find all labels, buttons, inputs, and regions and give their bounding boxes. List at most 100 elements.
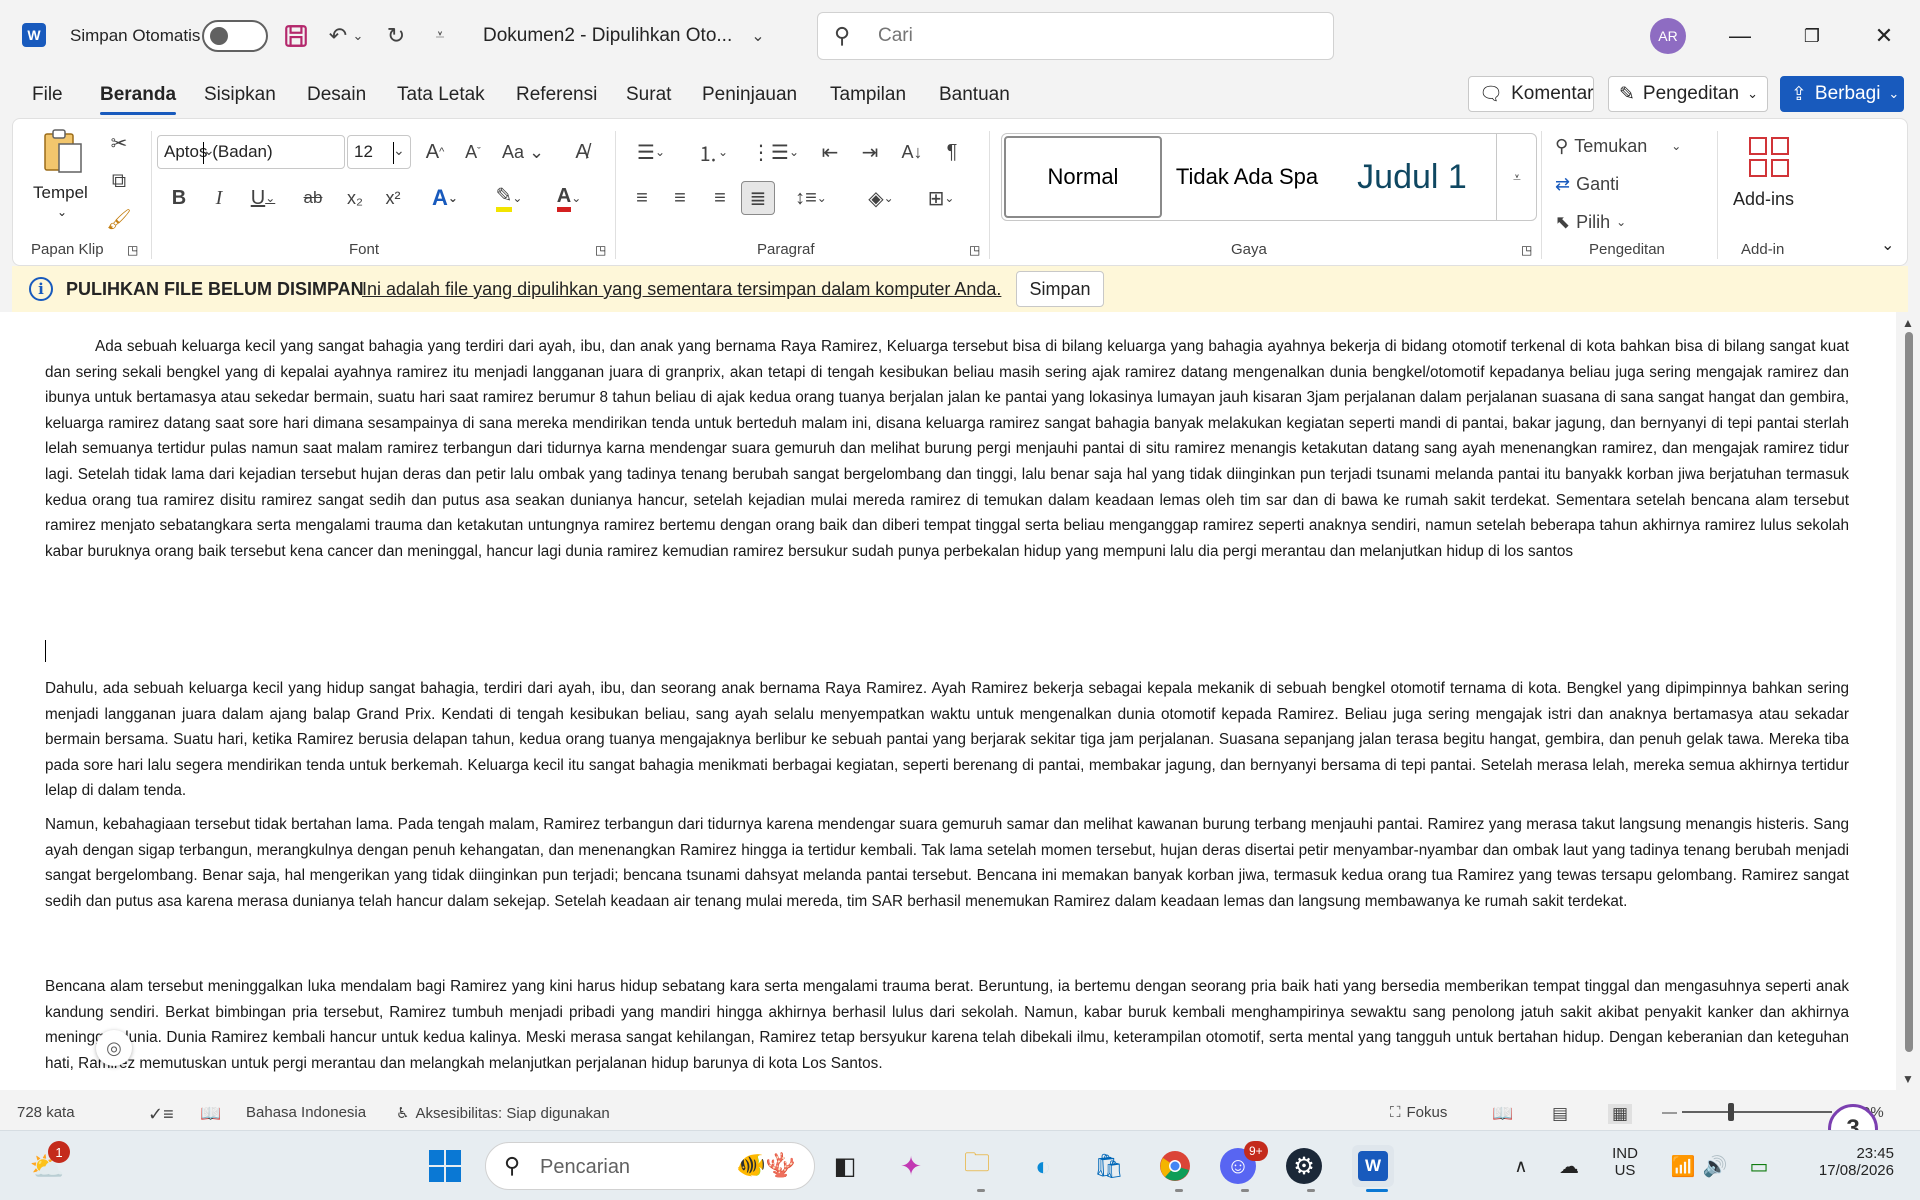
highlight-icon[interactable]: ✎ ⌄ <box>483 181 535 215</box>
multilevel-list-icon[interactable]: ⋮☰ ⌄ <box>749 135 801 169</box>
share-button[interactable]: ⇪ Berbagi ⌄ <box>1780 76 1904 112</box>
zoom-slider-thumb[interactable] <box>1728 1103 1734 1121</box>
vertical-scrollbar[interactable]: ▲ ▼ <box>1898 312 1920 1090</box>
title-dropdown-icon[interactable]: ⌄ <box>742 20 774 52</box>
book-icon[interactable]: 📖 <box>200 1104 221 1124</box>
undo-dropdown-icon[interactable]: ⌄ <box>348 20 368 52</box>
windows-start-icon[interactable] <box>424 1145 466 1187</box>
paste-label[interactable]: Tempel <box>33 183 88 203</box>
zoom-out-icon[interactable]: — <box>1662 1104 1677 1121</box>
grow-font-icon[interactable]: A ^ <box>419 135 451 169</box>
format-painter-icon[interactable]: 🖌 <box>105 205 133 233</box>
tab-layout[interactable]: Tata Letak <box>397 84 485 106</box>
strikethrough-icon[interactable]: ab <box>297 181 329 215</box>
gallery-more-icon[interactable]: ⩡ <box>1502 160 1532 194</box>
style-heading-1[interactable]: Judul 1 <box>1332 136 1492 218</box>
comment-button[interactable]: 🗨 Komentar <box>1468 76 1594 112</box>
keyboard-language[interactable]: IND US <box>1610 1145 1640 1179</box>
fingerprint-icon[interactable]: ◎ <box>96 1030 132 1066</box>
numbering-icon[interactable]: ⒈ ⌄ <box>687 135 739 169</box>
language[interactable]: Bahasa Indonesia <box>246 1104 366 1121</box>
tab-file[interactable]: File <box>32 84 63 106</box>
subscript-icon[interactable]: x₂ <box>339 181 371 215</box>
style-no-spacing[interactable]: Tidak Ada Spa <box>1164 136 1330 218</box>
sort-icon[interactable]: A↓ <box>895 135 929 169</box>
search-box[interactable]: ⚲ <box>817 12 1334 60</box>
paste-icon[interactable] <box>41 127 85 175</box>
word-taskbar-icon[interactable]: W <box>1352 1145 1394 1187</box>
tab-references[interactable]: Referensi <box>516 84 597 106</box>
proofing-icon[interactable]: ✓≡ <box>148 1104 174 1125</box>
paragraph-3[interactable]: Namun, kebahagiaan tersebut tidak bertah… <box>45 812 1849 914</box>
copilot-icon[interactable]: ✦ <box>890 1145 932 1187</box>
paste-dropdown-icon[interactable]: ⌄ <box>57 205 67 219</box>
tab-insert[interactable]: Sisipkan <box>204 84 276 106</box>
borders-icon[interactable]: ⊞ ⌄ <box>915 181 967 215</box>
edge-icon[interactable]: ◐ <box>1022 1145 1064 1187</box>
replace-button[interactable]: ⇄ Ganti <box>1555 167 1665 201</box>
tab-mailings[interactable]: Surat <box>626 84 671 106</box>
tab-home[interactable]: Beranda <box>100 84 177 115</box>
paragraph-1[interactable]: Ada sebuah keluarga kecil yang sangat ba… <box>45 334 1849 564</box>
select-button[interactable]: ⬉ Pilih ⌄ <box>1555 205 1665 239</box>
font-size-combo[interactable]: 12 ⌄ <box>347 135 411 169</box>
clear-formatting-icon[interactable]: A̸ <box>565 135 599 169</box>
restore-icon[interactable]: ❐ <box>1792 18 1832 54</box>
store-icon[interactable]: 🛍 <box>1088 1145 1130 1187</box>
font-name-combo[interactable]: Aptos (Badan) ⌄ <box>157 135 345 169</box>
avatar[interactable]: AR <box>1650 18 1686 54</box>
paragraph-4[interactable]: Bencana alam tersebut meninggalkan luka … <box>45 974 1849 1076</box>
align-left-icon[interactable]: ≡ <box>625 181 659 215</box>
add-ins-icon[interactable] <box>1741 129 1797 185</box>
redo-icon[interactable]: ↻ <box>380 20 412 52</box>
font-color-icon[interactable]: A ⌄ <box>543 181 595 215</box>
save-recovered-button[interactable]: Simpan <box>1016 271 1104 307</box>
copy-icon[interactable]: ⧉ <box>105 167 133 195</box>
shading-icon[interactable]: ◈ ⌄ <box>855 181 907 215</box>
print-layout-icon[interactable]: ▤ <box>1552 1104 1568 1124</box>
read-mode-icon[interactable]: 📖 <box>1492 1104 1513 1124</box>
tab-design[interactable]: Desain <box>307 84 366 106</box>
search-input[interactable] <box>878 25 1298 47</box>
task-view-icon[interactable]: ◧ <box>824 1145 866 1187</box>
style-normal[interactable]: Normal <box>1004 136 1162 218</box>
change-case-icon[interactable]: Aa ⌄ <box>499 135 547 169</box>
tab-review[interactable]: Peninjauan <box>702 84 797 106</box>
italic-icon[interactable]: I <box>203 181 235 215</box>
bullets-icon[interactable]: ☰ ⌄ <box>625 135 677 169</box>
volume-icon[interactable]: 🔊 <box>1694 1145 1736 1187</box>
file-explorer-icon[interactable]: 🗀 <box>956 1145 998 1187</box>
clock[interactable]: 23:45 17/08/2026 <box>1784 1145 1894 1179</box>
chrome-icon[interactable] <box>1154 1145 1196 1187</box>
text-effects-icon[interactable]: A ⌄ <box>421 181 469 215</box>
save-icon[interactable] <box>280 20 312 52</box>
infobar-message[interactable]: Ini adalah file yang dipulihkan yang sem… <box>362 279 1001 300</box>
autosave-toggle[interactable] <box>202 20 268 52</box>
document-title[interactable]: Dokumen2 - Dipulihkan Oto... <box>483 25 732 47</box>
justify-icon[interactable]: ≣ <box>741 181 775 215</box>
battery-icon[interactable]: ▭ <box>1738 1145 1780 1187</box>
document-canvas[interactable]: Ada sebuah keluarga kecil yang sangat ba… <box>0 312 1896 1090</box>
accessibility-status[interactable]: ♿ Aksesibilitas: Siap digunakan <box>396 1104 610 1123</box>
paragraph-2[interactable]: Dahulu, ada sebuah keluarga kecil yang h… <box>45 676 1849 804</box>
tray-overflow-icon[interactable]: ∧ <box>1500 1145 1542 1187</box>
shrink-font-icon[interactable]: Aˇ <box>457 135 489 169</box>
zoom-slider[interactable] <box>1682 1111 1832 1113</box>
scroll-up-icon[interactable]: ▲ <box>1902 316 1914 330</box>
show-formatting-icon[interactable]: ¶ <box>935 135 969 169</box>
scroll-thumb[interactable] <box>1905 332 1913 1052</box>
decrease-indent-icon[interactable]: ⇤ <box>813 135 847 169</box>
dialog-launcher-icon[interactable]: ◳ <box>969 243 980 257</box>
collapse-ribbon-icon[interactable]: ⌄ <box>1881 235 1894 255</box>
underline-icon[interactable]: U ⌄ <box>241 181 285 215</box>
scroll-down-icon[interactable]: ▼ <box>1902 1072 1914 1086</box>
taskbar-search[interactable]: ⚲ Pencarian 🐠🪸 <box>485 1142 815 1190</box>
word-count[interactable]: 728 kata <box>17 1104 75 1121</box>
focus-button[interactable]: ⛶ Fokus <box>1390 1104 1447 1121</box>
superscript-icon[interactable]: x² <box>377 181 409 215</box>
onedrive-icon[interactable]: ☁ <box>1548 1145 1590 1187</box>
customize-toolbar-icon[interactable]: ⩡ <box>424 20 456 52</box>
close-icon[interactable]: ✕ <box>1864 18 1904 54</box>
tab-help[interactable]: Bantuan <box>939 84 1010 106</box>
add-ins-label[interactable]: Add-ins <box>1733 189 1794 210</box>
